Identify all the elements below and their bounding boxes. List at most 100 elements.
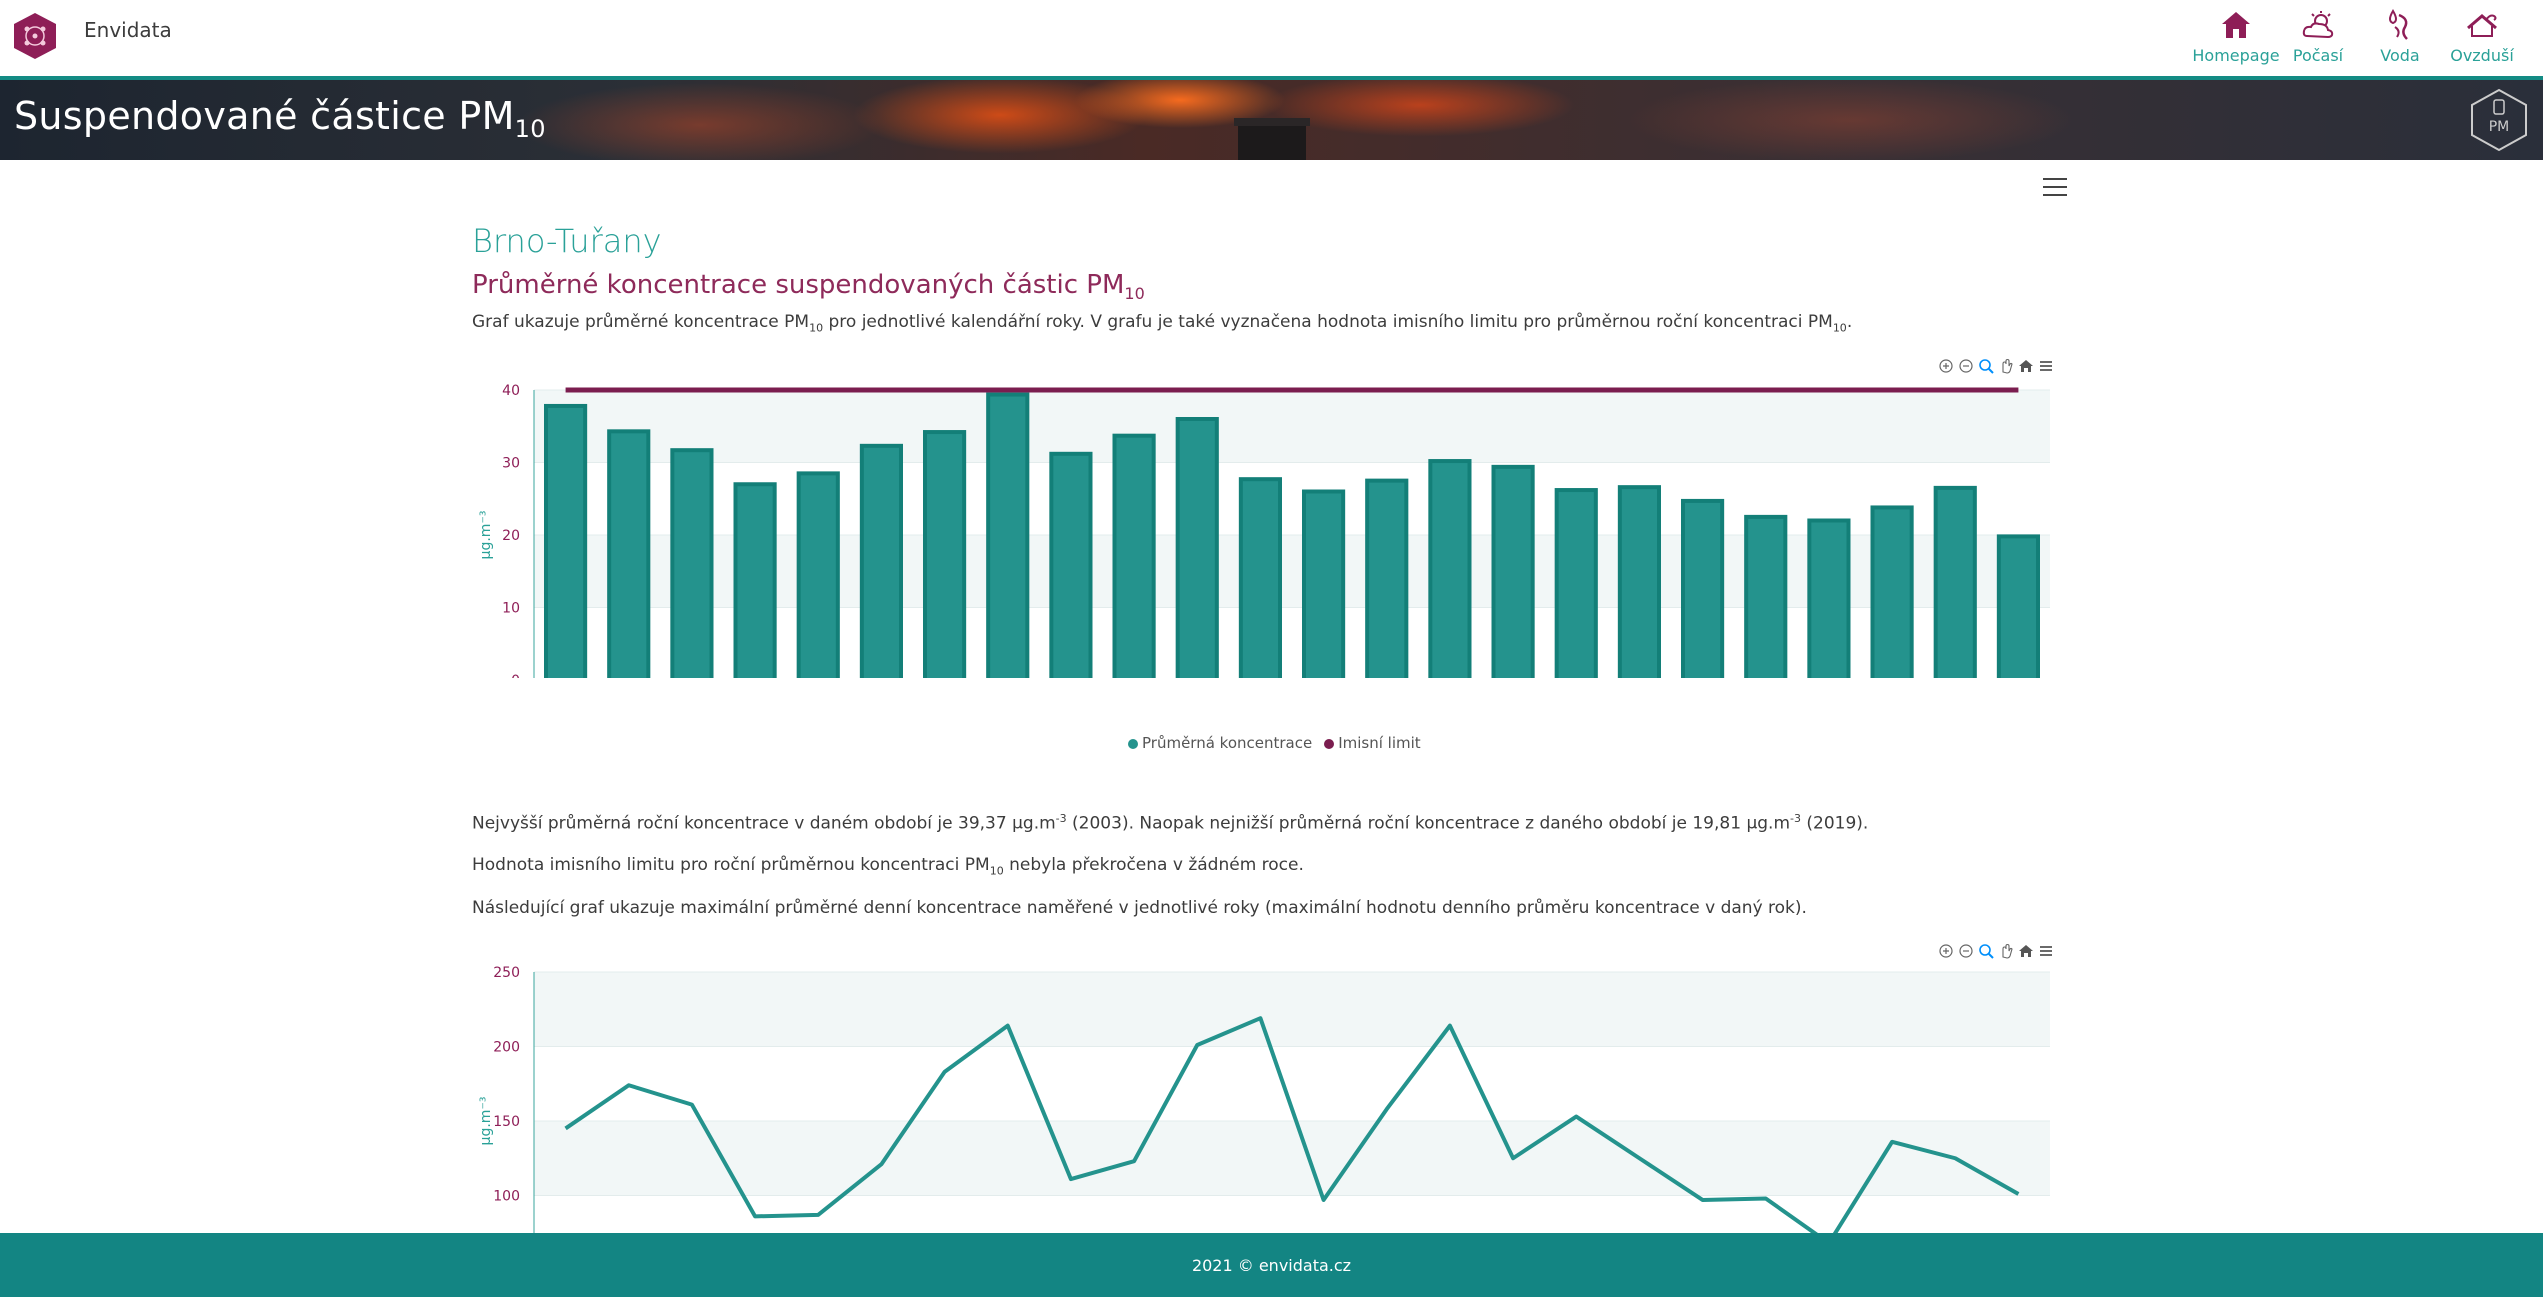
pm-badge-text: PM (2489, 119, 2510, 135)
p1-d: 10 (1832, 321, 1847, 335)
banner-chimney-image (1234, 118, 1310, 160)
selection-zoom-icon[interactable] (1978, 943, 1994, 959)
bar-2018 (1933, 485, 1977, 678)
plot-band (534, 1121, 2050, 1196)
chart1-toolbar (1938, 358, 2054, 374)
footer-copyright: 2021 © envidata.cz (1191, 1255, 1352, 1275)
nav-weather-label: Počasí (2292, 46, 2344, 65)
bar-2010 (1428, 459, 1472, 678)
p1-c: pro jednotlivé kalendářní roky. V grafu … (823, 312, 1833, 332)
home-icon (2218, 8, 2254, 42)
y-tick-label: 40 (502, 383, 520, 399)
bar-2001 (859, 443, 903, 678)
p2-sup2: -3 (1790, 812, 1801, 825)
summary-text: Nejvyšší průměrná roční koncentrace v da… (472, 812, 1868, 834)
top-bar: Envidata Homepage Počasí Voda Ovzduší (0, 0, 2543, 80)
y-tick-label: 10 (502, 601, 520, 617)
reset-zoom-icon[interactable] (2018, 943, 2034, 959)
bar-2015 (1744, 514, 1788, 678)
water-icon (2382, 8, 2418, 42)
y-tick-label: 250 (493, 965, 520, 981)
section-heading-main: Průměrné koncentrace suspendovaných část… (472, 270, 1125, 300)
bar-2016 (1807, 518, 1851, 678)
air-icon (2464, 8, 2500, 42)
chart-annual-mean: 010203040µg.m⁻³1996199719981999200020012… (478, 383, 2050, 678)
brand-name[interactable]: Envidata (84, 18, 172, 42)
bar-2011 (1491, 464, 1535, 678)
legend-item-limit[interactable]: Imisní limit (1324, 734, 1421, 752)
envidata-logo[interactable] (12, 11, 58, 61)
y-tick-label: 150 (493, 1114, 520, 1130)
chart-menu-icon[interactable] (2038, 943, 2054, 959)
y-tick-label: 20 (502, 528, 520, 544)
p3-c: nebyla překročena v žádném roce. (1003, 855, 1304, 875)
bar-1996 (544, 403, 588, 678)
pan-icon[interactable] (1998, 358, 2014, 374)
p1-a: Graf ukazuje průměrné koncentrace PM (472, 312, 810, 332)
p2-a: Nejvyšší průměrná roční koncentrace v da… (472, 813, 1056, 834)
main-nav: Homepage Počasí Voda Ovzduší (2192, 8, 2523, 65)
section-heading: Průměrné koncentrace suspendovaných část… (472, 270, 1145, 303)
p1-b: 10 (809, 321, 824, 335)
p2-b: (2003). Naopak nejnižší průměrná roční k… (1066, 813, 1791, 834)
section-heading-sub: 10 (1124, 284, 1145, 304)
bar-2012 (1554, 488, 1598, 678)
nav-air[interactable]: Ovzduší (2441, 8, 2523, 65)
nav-air-label: Ovzduší (2450, 46, 2514, 65)
p2-c: (2019). (1800, 813, 1869, 834)
nav-homepage-label: Homepage (2192, 46, 2280, 65)
menu-hamburger-icon[interactable] (2043, 178, 2067, 198)
bar-2003 (986, 392, 1030, 678)
y-tick-label: 100 (493, 1189, 520, 1205)
zoom-in-icon[interactable] (1938, 358, 1954, 374)
bar-2000 (796, 471, 840, 678)
chart2-toolbar (1938, 943, 2054, 959)
page-banner: Suspendované částice PM10 PM (0, 80, 2543, 160)
legend-mean-label: Průměrná koncentrace (1142, 734, 1313, 752)
bar-2019 (1996, 534, 2040, 678)
bar-2014 (1681, 498, 1725, 678)
y-axis-label: µg.m⁻³ (478, 1097, 494, 1146)
page-title: Suspendované částice PM10 (14, 94, 546, 143)
reset-zoom-icon[interactable] (2018, 358, 2034, 374)
selection-zoom-icon[interactable] (1978, 358, 1994, 374)
bar-2013 (1617, 485, 1661, 678)
bar-2009 (1365, 478, 1409, 678)
bar-2008 (1302, 489, 1346, 678)
weather-icon (2300, 8, 2336, 42)
bar-2006 (1175, 417, 1219, 678)
nav-weather[interactable]: Počasí (2277, 8, 2359, 65)
nav-water-label: Voda (2380, 46, 2420, 65)
y-axis-label: µg.m⁻³ (478, 511, 494, 560)
page-title-main: Suspendované částice PM (14, 94, 515, 138)
zoom-out-icon[interactable] (1958, 358, 1974, 374)
bar-2004 (1049, 451, 1093, 678)
legend-limit-label: Imisní limit (1338, 734, 1421, 752)
chart1-legend: Průměrná koncentrace Imisní limit (1128, 734, 1421, 752)
chart1-description: Graf ukazuje průměrné koncentrace PM10 p… (472, 312, 1852, 334)
bar-2002 (923, 430, 967, 678)
bar-1998 (670, 448, 714, 678)
bar-1997 (607, 429, 651, 678)
pm-badge-icon: PM (2471, 88, 2527, 152)
pan-icon[interactable] (1998, 943, 2014, 959)
page-title-sub: 10 (514, 115, 546, 143)
station-title: Brno-Tuřany (472, 222, 662, 260)
chart-menu-icon[interactable] (2038, 358, 2054, 374)
bar-2007 (1238, 477, 1282, 678)
chart2-description: Následující graf ukazuje maximální průmě… (472, 898, 1807, 918)
bar-2005 (1112, 433, 1156, 678)
y-tick-label: 0 (511, 673, 520, 678)
zoom-out-icon[interactable] (1958, 943, 1974, 959)
nav-homepage[interactable]: Homepage (2192, 8, 2280, 65)
p3-b: 10 (989, 864, 1004, 878)
zoom-in-icon[interactable] (1938, 943, 1954, 959)
plot-band (534, 972, 2050, 1047)
nav-water[interactable]: Voda (2359, 8, 2441, 65)
p1-e: . (1846, 312, 1853, 332)
y-tick-label: 200 (493, 1040, 520, 1056)
bar-2017 (1870, 505, 1914, 678)
legend-item-mean[interactable]: Průměrná koncentrace (1128, 734, 1312, 752)
y-tick-label: 30 (502, 456, 520, 472)
plot-band (534, 390, 2050, 463)
